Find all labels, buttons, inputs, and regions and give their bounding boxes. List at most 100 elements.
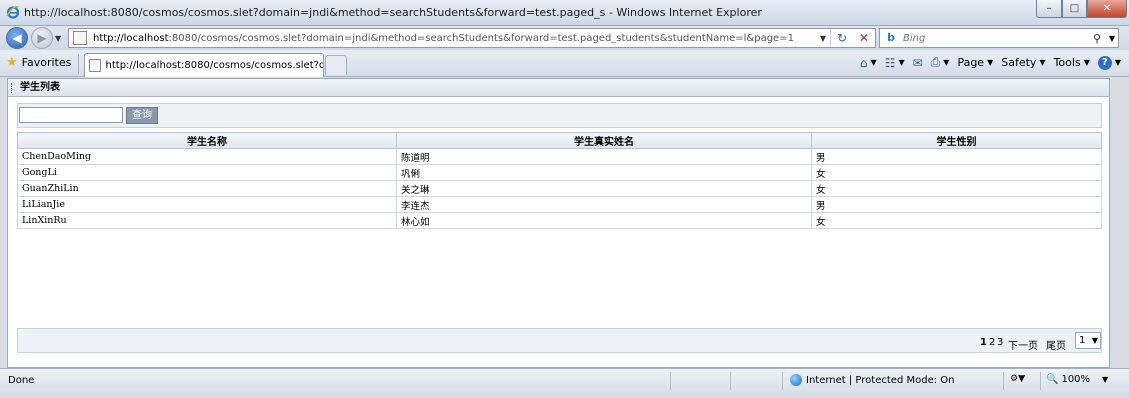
column-header-real-name[interactable]: 学生真实姓名 [396, 132, 812, 149]
cell-real-name: 巩俐 [396, 164, 812, 181]
column-header-student-name[interactable]: 学生名称 [17, 132, 397, 149]
command-bar: ⌂ ▼ ☷ ▼ ✉ ⎙ ▼ Page ▼ Safety ▼ Tools ▼ ? ▼ [852, 55, 1121, 70]
forward-arrow-icon: ▶ [37, 31, 47, 45]
minimize-button[interactable]: – [1036, 0, 1062, 18]
cell-gender: 男 [811, 196, 1102, 213]
tools-menu[interactable]: Tools ▼ [1054, 56, 1090, 69]
favorites-button[interactable]: ★ Favorites [6, 55, 71, 70]
security-zone[interactable]: Internet | Protected Mode: On [790, 374, 954, 386]
students-table: 学生名称 学生真实姓名 学生性别 ChenDaoMing 陈道明 男 GongL… [17, 132, 1102, 229]
last-page-link[interactable]: 尾页 [1046, 337, 1066, 352]
help-dropdown-icon: ▼ [1114, 58, 1121, 67]
panel-grip-icon [11, 83, 13, 93]
tools-dropdown-icon: ▼ [1083, 58, 1090, 67]
security-zone-label: Internet | Protected Mode: On [806, 374, 955, 386]
address-dropdown-icon[interactable]: ▼ [816, 34, 830, 43]
panel-header: 学生列表 [8, 79, 1109, 97]
feeds-dropdown-icon[interactable]: ▼ [898, 58, 904, 67]
protected-mode-icon[interactable]: ⚙▼ [1010, 374, 1025, 384]
table-row[interactable]: ChenDaoMing 陈道明 男 [17, 148, 1102, 165]
cell-gender: 男 [811, 148, 1102, 165]
forward-button[interactable]: ▶ [31, 27, 53, 49]
page-dropdown-icon: ▼ [987, 58, 994, 67]
mail-button[interactable]: ✉ [913, 56, 923, 70]
search-icon[interactable]: ⚲ [1088, 32, 1106, 45]
safety-menu[interactable]: Safety ▼ [1001, 56, 1045, 69]
address-url[interactable]: http://localhost:8080/cosmos/cosmos.slet… [93, 33, 816, 44]
cell-real-name: 关之琳 [396, 180, 812, 197]
zoom-level: 100% [1061, 374, 1091, 385]
page-select-value: 1 [1079, 335, 1086, 346]
status-divider [670, 372, 671, 390]
pagination-bar: 1 2 3 下一页 尾页 1 ▼ [17, 328, 1102, 353]
table-row[interactable]: GongLi 巩俐 女 [17, 164, 1102, 181]
status-divider [782, 372, 783, 390]
query-button[interactable]: 查询 [126, 107, 158, 124]
page-select-dropdown-icon: ▼ [1091, 336, 1098, 345]
column-header-gender[interactable]: 学生性别 [811, 132, 1102, 149]
close-window-button[interactable]: ✕ [1087, 0, 1127, 18]
zoom-icon: 🔍 [1046, 374, 1059, 385]
rss-feed-icon: ☷ [884, 55, 896, 70]
safety-dropdown-icon: ▼ [1039, 58, 1046, 67]
refresh-icon[interactable]: ↻ [831, 31, 853, 45]
page-content: 学生列表 查询 学生名称 学生真实姓名 学生性别 ChenDaoMing 陈道明… [7, 78, 1110, 368]
maximize-button[interactable]: □ [1062, 0, 1087, 18]
tab-page-icon [89, 59, 101, 72]
cell-student-name: ChenDaoMing [17, 148, 397, 165]
bing-icon: b [887, 31, 895, 44]
zoom-control[interactable]: 🔍 100% ▼ [1046, 374, 1108, 385]
feeds-button[interactable]: ☷ ▼ [885, 56, 905, 70]
new-tab-button[interactable] [325, 55, 347, 75]
address-bar[interactable]: http://localhost:8080/cosmos/cosmos.slet… [68, 28, 876, 48]
page-link-2[interactable]: 2 [989, 337, 995, 348]
safety-menu-label: Safety [1001, 56, 1037, 69]
print-dropdown-icon[interactable]: ▼ [943, 58, 949, 67]
favorites-separator [78, 54, 79, 74]
table-row[interactable]: GuanZhiLin 关之琳 女 [17, 180, 1102, 197]
status-divider [1003, 372, 1004, 390]
navigation-bar: ◀ ▶ ▼ http://localhost:8080/cosmos/cosmo… [0, 26, 1129, 50]
page-menu-label: Page [957, 56, 985, 69]
internet-explorer-icon [6, 6, 20, 19]
search-box[interactable]: b Bing ⚲ ▼ [879, 28, 1119, 48]
page-icon [73, 31, 87, 45]
search-toolbar: 查询 [17, 103, 1102, 128]
panel-title: 学生列表 [20, 82, 60, 93]
print-button[interactable]: ⎙ ▼ [931, 55, 950, 70]
table-row[interactable]: LinXinRu 林心如 女 [17, 212, 1102, 229]
student-name-input[interactable] [19, 107, 123, 123]
url-host: http://localhost [93, 32, 169, 44]
url-path: :8080/cosmos/cosmos.slet?domain=jndi&met… [168, 32, 794, 44]
status-bar: Done Internet | Protected Mode: On ⚙▼ 🔍 … [0, 368, 1129, 392]
tools-menu-label: Tools [1053, 56, 1081, 69]
page-select[interactable]: 1 ▼ [1075, 332, 1101, 349]
back-arrow-icon: ◀ [12, 31, 22, 45]
recent-pages-dropdown-icon[interactable]: ▼ [55, 34, 61, 43]
table-header-row: 学生名称 学生真实姓名 学生性别 [17, 132, 1102, 149]
page-link-1[interactable]: 1 [980, 337, 987, 348]
globe-icon [790, 374, 802, 386]
home-dropdown-icon[interactable]: ▼ [871, 58, 877, 67]
cell-real-name: 李连杰 [396, 196, 812, 213]
help-menu[interactable]: ? ▼ [1097, 55, 1121, 70]
cell-real-name: 林心如 [396, 212, 812, 229]
back-button[interactable]: ◀ [6, 27, 28, 49]
next-page-link[interactable]: 下一页 [1008, 337, 1038, 352]
page-link-3[interactable]: 3 [997, 337, 1003, 348]
cell-gender: 女 [811, 164, 1102, 181]
home-button[interactable]: ⌂ ▼ [860, 56, 877, 70]
stop-icon[interactable]: ✕ [853, 31, 875, 45]
browser-tab-active[interactable]: http://localhost:8080/cosmos/cosmos.slet… [84, 53, 324, 77]
status-divider [1040, 372, 1041, 390]
favorites-star-icon: ★ [6, 55, 18, 70]
table-row[interactable]: LiLianJie 李连杰 男 [17, 196, 1102, 213]
status-text: Done [8, 375, 35, 386]
help-icon: ? [1097, 55, 1112, 70]
cell-real-name: 陈道明 [396, 148, 812, 165]
page-menu[interactable]: Page ▼ [957, 56, 993, 69]
search-dropdown-icon[interactable]: ▼ [1106, 34, 1118, 43]
minimize-icon: – [1046, 3, 1052, 14]
search-placeholder[interactable]: Bing [903, 33, 1088, 44]
cell-gender: 女 [811, 180, 1102, 197]
